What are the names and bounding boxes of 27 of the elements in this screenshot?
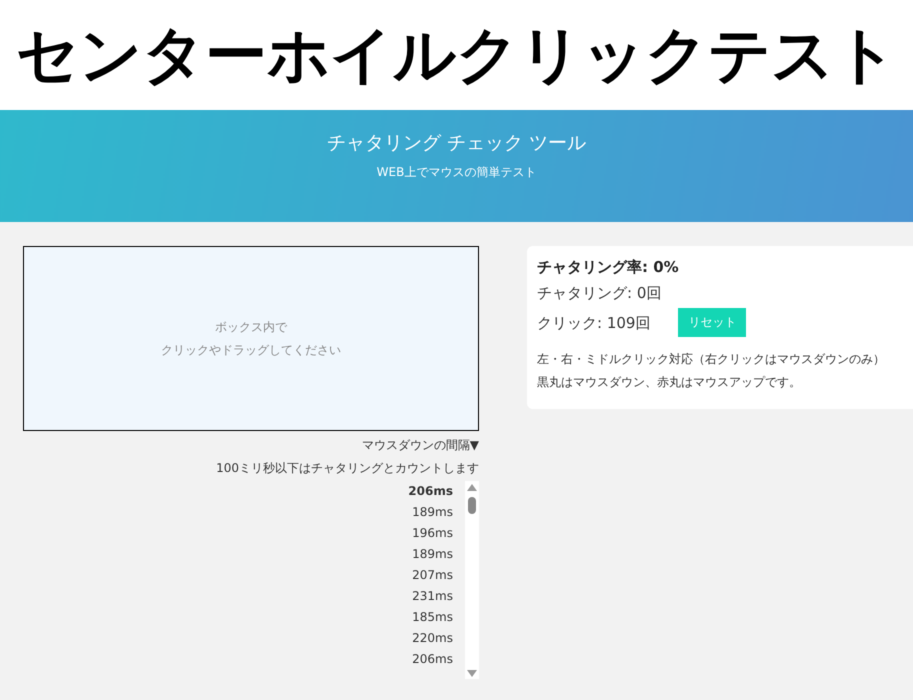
interval-value: 206ms	[408, 483, 453, 500]
instruction-text: ボックス内で	[215, 318, 287, 336]
scroll-down-icon[interactable]	[467, 670, 477, 677]
chattering-count: チャタリング: 0回	[537, 284, 662, 303]
banner-subtitle: WEB上でマウスの簡単テスト	[376, 164, 536, 181]
interval-value: 196ms	[412, 525, 453, 542]
instruction-text: クリックやドラッグしてください	[161, 342, 341, 358]
interval-value: 231ms	[412, 588, 453, 605]
scroll-up-icon[interactable]	[467, 484, 477, 491]
interval-value: 220ms	[412, 630, 453, 647]
interval-note: 100ミリ秒以下はチャタリングとカウントします	[216, 460, 479, 477]
interval-value: 189ms	[412, 504, 453, 521]
interval-value: 206ms	[412, 651, 453, 668]
banner-title: チャタリング チェック ツール	[326, 131, 586, 156]
scroll-thumb[interactable]	[468, 497, 476, 514]
interval-value: 207ms	[412, 567, 453, 584]
interval-value: 185ms	[412, 609, 453, 626]
interval-value: 189ms	[412, 546, 453, 563]
note-text: 左・右・ミドルクリック対応（右クリックはマウスダウンのみ）	[537, 351, 886, 368]
page-title: センターホイルクリックテスト	[0, 0, 913, 110]
reset-button[interactable]: リセット	[678, 308, 746, 337]
chattering-rate: チャタリング率: 0%	[537, 258, 680, 277]
scrollbar[interactable]	[465, 481, 479, 679]
click-count: クリック: 109回	[537, 314, 650, 333]
click-test-area[interactable]: ボックス内で クリックやドラッグしてください	[23, 246, 479, 431]
note-text: 黒丸はマウスダウン、赤丸はマウスアップです。	[537, 374, 802, 391]
interval-header: マウスダウンの間隔▼	[362, 437, 479, 454]
